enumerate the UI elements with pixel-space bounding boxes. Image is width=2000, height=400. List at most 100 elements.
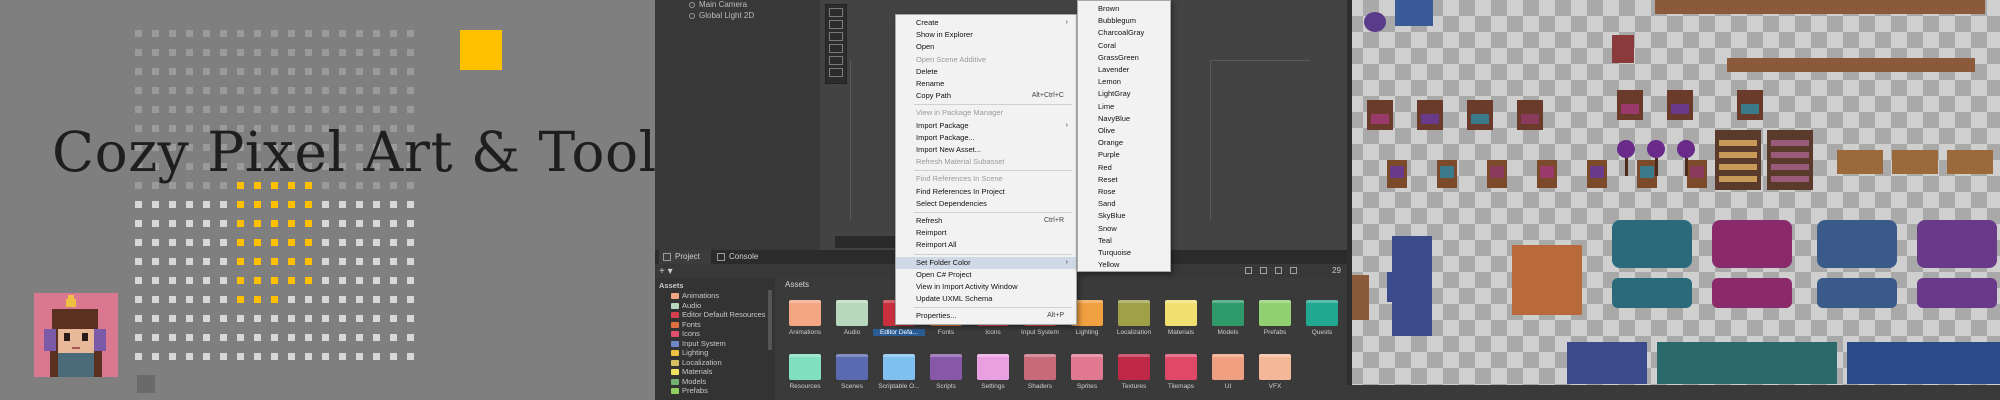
asset-folder[interactable]: Scriptable O...	[878, 354, 920, 390]
asset-folder[interactable]: Resources	[787, 354, 823, 390]
pattern-dot	[288, 258, 295, 265]
tree-item[interactable]: Lighting	[671, 348, 708, 357]
color-option[interactable]: NavyBlue	[1078, 113, 1170, 125]
tree-item[interactable]: Prefabs	[671, 386, 708, 395]
asset-folder[interactable]: Quests	[1304, 300, 1340, 336]
color-option[interactable]: Lime	[1078, 101, 1170, 113]
menu-item[interactable]: Import Package ›	[896, 120, 1076, 132]
color-option[interactable]: Sand	[1078, 198, 1170, 210]
pattern-dot	[203, 277, 210, 284]
color-option[interactable]: CharcoalGray	[1078, 27, 1170, 39]
asset-folder[interactable]: Models	[1210, 300, 1246, 336]
tree-item[interactable]: Localization	[671, 358, 722, 367]
tree-item[interactable]: Input System	[671, 339, 726, 348]
asset-folder[interactable]: Localization	[1116, 300, 1152, 336]
asset-folder[interactable]: Scenes	[834, 354, 870, 390]
tree-item[interactable]: Icons	[671, 329, 700, 338]
hierarchy-item[interactable]: Global Light 2D	[689, 11, 754, 21]
visibility-icon[interactable]	[1290, 267, 1297, 274]
color-option[interactable]: Coral	[1078, 40, 1170, 52]
color-option[interactable]: Bubblegum	[1078, 15, 1170, 27]
asset-folder[interactable]: Tilemaps	[1163, 354, 1199, 390]
menu-item[interactable]: View in Import Activity Window	[896, 281, 1076, 293]
menu-item[interactable]: Open	[896, 41, 1076, 53]
menu-item[interactable]: Select Dependencies	[896, 198, 1076, 210]
scale-tool-icon[interactable]	[829, 44, 843, 53]
pattern-dot	[288, 277, 295, 284]
tree-item-label: Lighting	[682, 348, 709, 357]
menu-item[interactable]: Delete	[896, 66, 1076, 78]
menu-item[interactable]: Update UXML Schema	[896, 293, 1076, 305]
color-option[interactable]: Brown	[1078, 3, 1170, 15]
color-option[interactable]: Rose	[1078, 186, 1170, 198]
color-option[interactable]: Orange	[1078, 137, 1170, 149]
add-asset-button[interactable]: + ▾	[659, 266, 673, 277]
tree-item-root[interactable]: Assets	[659, 281, 684, 290]
color-option[interactable]: Teal	[1078, 235, 1170, 247]
tab-project[interactable]: Project	[659, 250, 711, 264]
color-option[interactable]: Reset	[1078, 174, 1170, 186]
search-by-type-icon[interactable]	[1245, 267, 1252, 274]
pattern-dot	[305, 334, 312, 341]
rotate-tool-icon[interactable]	[829, 32, 843, 41]
menu-item[interactable]: Find References In Project	[896, 186, 1076, 198]
menu-item[interactable]: Reimport All	[896, 239, 1076, 251]
menu-item[interactable]: Reimport	[896, 227, 1076, 239]
transform-tool-icon[interactable]	[829, 68, 843, 77]
color-option[interactable]: Purple	[1078, 149, 1170, 161]
breadcrumb[interactable]: Assets	[785, 280, 809, 289]
pattern-dot	[322, 220, 329, 227]
asset-folder[interactable]: Materials	[1163, 300, 1199, 336]
color-option[interactable]: Lavender	[1078, 64, 1170, 76]
color-option[interactable]: Turquoise	[1078, 247, 1170, 259]
asset-folder[interactable]: Animations	[787, 300, 823, 336]
color-option[interactable]: Lemon	[1078, 76, 1170, 88]
tree-item[interactable]: Models	[671, 377, 706, 386]
color-option[interactable]: Red	[1078, 162, 1170, 174]
hierarchy-item[interactable]: Main Camera	[689, 0, 747, 10]
panel-divider[interactable]	[1347, 0, 1352, 400]
asset-folder[interactable]: VFX	[1257, 354, 1293, 390]
menu-item[interactable]: Set Folder Color ›	[896, 256, 1076, 269]
tree-item[interactable]: Audio	[671, 301, 701, 310]
color-option[interactable]: Olive	[1078, 125, 1170, 137]
tree-item[interactable]: Animations	[671, 291, 719, 300]
favorites-icon[interactable]	[1275, 267, 1282, 274]
pattern-dot	[322, 353, 329, 360]
pattern-dot	[169, 220, 176, 227]
color-option[interactable]: Yellow	[1078, 259, 1170, 271]
asset-folder[interactable]: UI	[1210, 354, 1246, 390]
tree-item[interactable]: Editor Default Resources	[671, 310, 765, 319]
light-icon	[689, 12, 695, 19]
asset-folder[interactable]: Textures	[1116, 354, 1152, 390]
menu-item[interactable]: Show in Explorer	[896, 29, 1076, 41]
color-option[interactable]: SkyBlue	[1078, 210, 1170, 222]
asset-folder[interactable]: Audio	[834, 300, 870, 336]
color-option[interactable]: GrassGreen	[1078, 52, 1170, 64]
tree-item[interactable]: Materials	[671, 367, 712, 376]
menu-item[interactable]: Copy Path Alt+Ctrl+C	[896, 90, 1076, 102]
color-option[interactable]: LightGray	[1078, 88, 1170, 100]
asset-folder[interactable]: Scripts	[928, 354, 964, 390]
asset-folder[interactable]: Settings	[975, 354, 1011, 390]
menu-item[interactable]: Import New Asset...	[896, 144, 1076, 156]
color-option[interactable]: Snow	[1078, 223, 1170, 235]
asset-label: Settings	[981, 383, 1005, 390]
asset-folder[interactable]: Prefabs	[1257, 300, 1293, 336]
search-by-label-icon[interactable]	[1260, 267, 1267, 274]
menu-item[interactable]: Import Package...	[896, 132, 1076, 144]
menu-item[interactable]: Create ›	[896, 17, 1076, 29]
tab-console[interactable]: Console	[713, 250, 769, 264]
menu-item[interactable]: Open C# Project	[896, 269, 1076, 281]
asset-folder[interactable]: Shaders	[1022, 354, 1058, 390]
menu-item[interactable]: Rename	[896, 78, 1076, 90]
asset-folder[interactable]: Sprites	[1069, 354, 1105, 390]
menu-item[interactable]: Refresh Ctrl+R	[896, 215, 1076, 227]
tree-item[interactable]: Fonts	[671, 320, 701, 329]
hand-tool-icon[interactable]	[829, 8, 843, 17]
tree-scrollbar[interactable]	[768, 290, 772, 350]
rect-tool-icon[interactable]	[829, 56, 843, 65]
move-tool-icon[interactable]	[829, 20, 843, 29]
menu-item[interactable]: Properties... Alt+P	[896, 310, 1076, 322]
pattern-dot	[407, 296, 414, 303]
